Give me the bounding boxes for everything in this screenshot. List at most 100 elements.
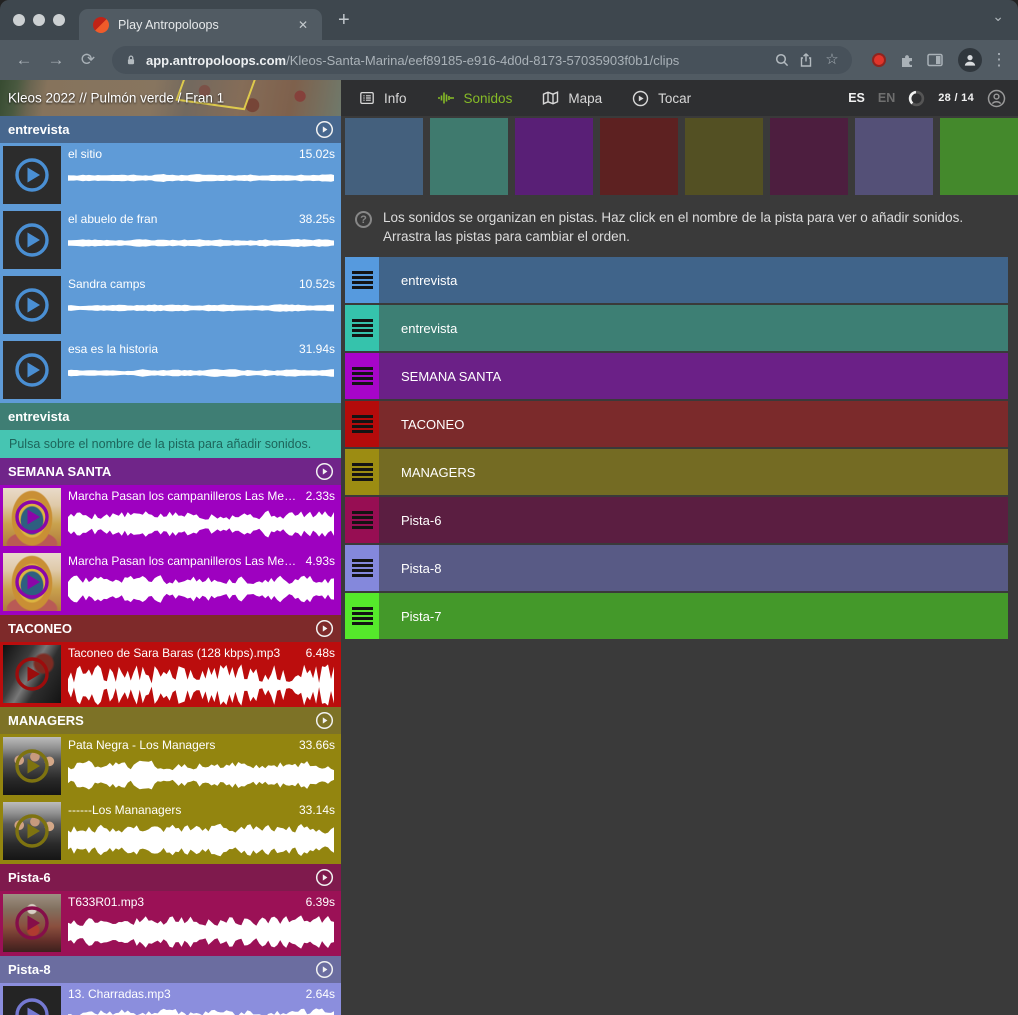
track-row[interactable]: SEMANA SANTA xyxy=(345,353,1008,399)
track-color-swatch[interactable] xyxy=(600,118,678,195)
close-tab-icon[interactable]: ✕ xyxy=(294,16,312,34)
clip-play-icon[interactable] xyxy=(13,221,51,259)
track-play-all-button[interactable] xyxy=(315,120,334,139)
clip-item[interactable]: ------Los Mananagers33.14s xyxy=(0,799,341,864)
clip-play-icon[interactable] xyxy=(13,996,51,1015)
track-drag-handle[interactable] xyxy=(345,449,379,495)
clip-waveform[interactable] xyxy=(68,230,335,256)
clip-waveform[interactable] xyxy=(68,295,335,321)
clip-waveform[interactable] xyxy=(68,1005,335,1015)
extensions-puzzle-icon[interactable] xyxy=(898,51,916,69)
forward-button[interactable]: → xyxy=(42,46,70,74)
clip-waveform[interactable] xyxy=(68,165,335,191)
clip-thumbnail[interactable] xyxy=(3,645,61,703)
track-row[interactable]: entrevista xyxy=(345,305,1008,351)
track-header[interactable]: entrevista xyxy=(0,116,341,143)
track-play-all-button[interactable] xyxy=(315,868,334,887)
clip-waveform[interactable] xyxy=(68,507,335,541)
clip-play-icon[interactable] xyxy=(13,286,51,324)
track-row[interactable]: Pista-6 xyxy=(345,497,1008,543)
browser-tab[interactable]: Play Antropoloops ✕ xyxy=(79,9,322,40)
clip-item[interactable]: Marcha Pasan los campanilleros Las Mejor… xyxy=(0,485,341,550)
track-header[interactable]: entrevista xyxy=(0,403,341,430)
nav-tocar[interactable]: Tocar xyxy=(632,90,691,107)
window-minimize-button[interactable] xyxy=(33,14,45,26)
track-header[interactable]: SEMANA SANTA xyxy=(0,458,341,485)
clip-thumbnail[interactable] xyxy=(3,488,61,546)
track-color-swatch[interactable] xyxy=(430,118,508,195)
track-play-all-icon[interactable] xyxy=(315,619,334,638)
clip-thumbnail[interactable] xyxy=(3,894,61,952)
clip-thumbnail[interactable] xyxy=(3,553,61,611)
track-header[interactable]: MANAGERS xyxy=(0,707,341,734)
track-play-all-icon[interactable] xyxy=(315,960,334,979)
window-zoom-button[interactable] xyxy=(53,14,65,26)
share-icon[interactable] xyxy=(798,52,814,68)
clip-play-icon[interactable] xyxy=(13,563,51,601)
clip-thumbnail[interactable] xyxy=(3,276,61,334)
track-drag-handle[interactable] xyxy=(345,593,379,639)
track-row[interactable]: entrevista xyxy=(345,257,1008,303)
side-panel-icon[interactable] xyxy=(926,51,944,69)
tab-search-chevron-icon[interactable]: ⌄ xyxy=(992,8,1004,25)
clip-item[interactable]: el abuelo de fran38.25s xyxy=(0,208,341,273)
project-map-thumbnail[interactable]: Kleos 2022 // Pulmón verde / Fran 1 xyxy=(0,80,341,116)
back-button[interactable]: ← xyxy=(10,46,38,74)
track-play-all-button[interactable] xyxy=(315,711,334,730)
clip-thumbnail[interactable] xyxy=(3,211,61,269)
track-row[interactable]: MANAGERS xyxy=(345,449,1008,495)
clip-thumbnail[interactable] xyxy=(3,146,61,204)
track-color-swatch[interactable] xyxy=(855,118,933,195)
track-row[interactable]: Pista-8 xyxy=(345,545,1008,591)
track-drag-handle[interactable] xyxy=(345,353,379,399)
track-drag-handle[interactable] xyxy=(345,305,379,351)
nav-info[interactable]: Info xyxy=(359,90,407,106)
clip-waveform[interactable] xyxy=(68,821,335,859)
clip-item[interactable]: Sandra camps10.52s xyxy=(0,273,341,338)
new-tab-button[interactable]: + xyxy=(322,5,350,40)
clip-play-icon[interactable] xyxy=(13,156,51,194)
nav-mapa[interactable]: Mapa xyxy=(542,90,602,106)
clip-item[interactable]: esa es la historia31.94s xyxy=(0,338,341,403)
clip-waveform[interactable] xyxy=(68,664,335,706)
clip-waveform[interactable] xyxy=(68,572,335,606)
browser-profile-avatar[interactable] xyxy=(958,48,982,72)
clip-waveform[interactable] xyxy=(68,913,335,951)
clip-thumbnail[interactable] xyxy=(3,341,61,399)
track-header[interactable]: Pista-8 xyxy=(0,956,341,983)
track-play-all-button[interactable] xyxy=(315,462,334,481)
clip-item[interactable]: Pata Negra - Los Managers33.66s xyxy=(0,734,341,799)
clip-play-icon[interactable] xyxy=(13,812,51,850)
zoom-page-icon[interactable] xyxy=(774,52,790,68)
track-play-all-icon[interactable] xyxy=(315,711,334,730)
track-color-swatch[interactable] xyxy=(940,118,1018,195)
reload-button[interactable]: ⟳ xyxy=(74,46,102,74)
track-color-swatch[interactable] xyxy=(685,118,763,195)
track-drag-handle[interactable] xyxy=(345,401,379,447)
track-drag-handle[interactable] xyxy=(345,497,379,543)
track-play-all-button[interactable] xyxy=(315,619,334,638)
clip-thumbnail[interactable] xyxy=(3,802,61,860)
clip-thumbnail[interactable] xyxy=(3,986,61,1015)
clip-thumbnail[interactable] xyxy=(3,737,61,795)
track-drag-handle[interactable] xyxy=(345,257,379,303)
track-row[interactable]: TACONEO xyxy=(345,401,1008,447)
track-play-all-icon[interactable] xyxy=(315,868,334,887)
clip-waveform[interactable] xyxy=(68,756,335,794)
clip-item[interactable]: 13. Charradas.mp32.64s xyxy=(0,983,341,1015)
clip-item[interactable]: el sitio15.02s xyxy=(0,143,341,208)
track-color-swatch[interactable] xyxy=(345,118,423,195)
url-bar[interactable]: app.antropoloops.com/Kleos-Santa-Marina/… xyxy=(112,46,852,74)
track-row[interactable]: Pista-7 xyxy=(345,593,1008,639)
clip-waveform[interactable] xyxy=(68,360,335,386)
track-header[interactable]: TACONEO xyxy=(0,615,341,642)
clip-play-icon[interactable] xyxy=(13,655,51,693)
track-color-swatch[interactable] xyxy=(770,118,848,195)
clip-play-icon[interactable] xyxy=(13,498,51,536)
lang-es-button[interactable]: ES xyxy=(848,91,865,105)
clip-item[interactable]: T633R01.mp36.39s xyxy=(0,891,341,956)
account-icon[interactable] xyxy=(987,89,1006,108)
clip-play-icon[interactable] xyxy=(13,351,51,389)
clip-play-icon[interactable] xyxy=(13,747,51,785)
clip-play-icon[interactable] xyxy=(13,904,51,942)
